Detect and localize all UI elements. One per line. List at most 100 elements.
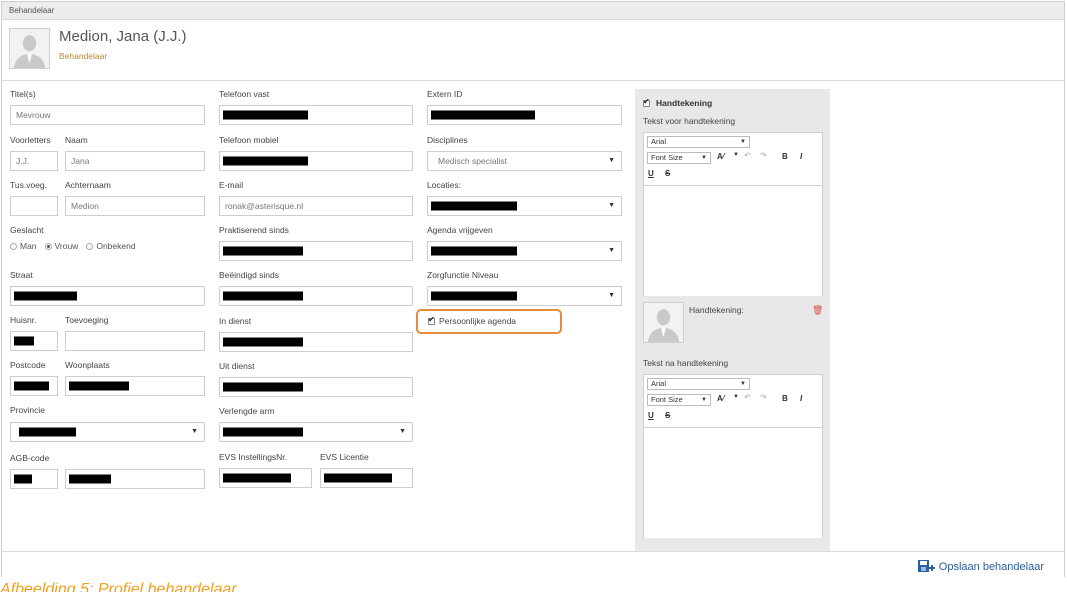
- persoonlijke-agenda-checkbox[interactable]: Persoonlijke agenda: [428, 315, 517, 326]
- toevoeging-label: Toevoeging: [65, 315, 109, 325]
- italic-icon[interactable]: I: [800, 152, 802, 161]
- bold-icon[interactable]: B: [782, 152, 788, 161]
- tusvoeg-input[interactable]: [10, 196, 58, 216]
- chevron-down-icon: ▼: [608, 157, 615, 164]
- geslacht-radio-group: Man Vrouw Onbekend: [10, 241, 144, 251]
- agenda-select[interactable]: ▼: [427, 241, 622, 261]
- in-dienst-input[interactable]: [219, 332, 413, 352]
- window-title: Behandelaar: [2, 2, 1064, 20]
- agenda-label: Agenda vrijgeven: [427, 225, 493, 235]
- agb-code-input-1[interactable]: [10, 469, 58, 489]
- chevron-down-icon: ▼: [701, 397, 707, 403]
- redaction-bar: [223, 337, 303, 347]
- save-label: Opslaan behandelaar: [938, 561, 1044, 573]
- save-button[interactable]: Opslaan behandelaar: [917, 559, 1044, 575]
- redaction-bar: [223, 473, 291, 483]
- redo-icon[interactable]: ↷: [760, 151, 767, 160]
- agb-code-input-2[interactable]: [65, 469, 205, 489]
- geslacht-onbekend-option[interactable]: Onbekend: [86, 241, 136, 251]
- radio-icon[interactable]: [86, 242, 94, 250]
- redaction-bar: [69, 381, 129, 391]
- postcode-input[interactable]: [10, 376, 58, 396]
- signature-image[interactable]: [643, 302, 684, 343]
- evs-inst-input[interactable]: [219, 468, 312, 488]
- font-size-select[interactable]: Font Size ▼: [647, 394, 711, 406]
- woonplaats-label: Woonplaats: [65, 360, 110, 370]
- redaction-bar: [431, 246, 517, 256]
- redaction-bar: [431, 291, 517, 301]
- underline-icon[interactable]: U: [648, 169, 654, 178]
- tel-vast-input[interactable]: [219, 105, 413, 125]
- strikethrough-icon[interactable]: S: [665, 411, 670, 420]
- spellcheck-icon[interactable]: A⁄: [717, 394, 724, 403]
- titels-input[interactable]: Mevrouw: [10, 105, 205, 125]
- redaction-bar: [324, 473, 392, 483]
- straat-input[interactable]: [10, 286, 205, 306]
- uit-dienst-label: Uit dienst: [219, 361, 255, 371]
- provincie-select[interactable]: ▼: [10, 422, 205, 442]
- extern-id-input[interactable]: [427, 105, 622, 125]
- avatar[interactable]: [9, 28, 50, 69]
- strikethrough-icon[interactable]: S: [665, 169, 670, 178]
- redaction-bar: [223, 382, 303, 392]
- save-icon: [917, 560, 935, 572]
- email-input[interactable]: ronak@asterisque.nl: [219, 196, 413, 216]
- chevron-down-icon: ▼: [608, 247, 615, 254]
- bold-icon[interactable]: B: [782, 394, 788, 403]
- redaction-bar: [14, 381, 49, 391]
- tel-vast-label: Telefoon vast: [219, 89, 270, 99]
- geslacht-vrouw-option[interactable]: Vrouw: [44, 241, 78, 251]
- chevron-down-icon: ▼: [608, 292, 615, 299]
- chevron-down-icon: ▼: [399, 428, 406, 435]
- voorletters-input[interactable]: J.J.: [10, 151, 58, 171]
- italic-icon[interactable]: I: [800, 394, 802, 403]
- profile-role: Behandelaar: [59, 51, 108, 61]
- disciplines-select[interactable]: Medisch specialist ▼: [427, 151, 622, 171]
- tusvoeg-label: Tus.voeg.: [10, 180, 48, 190]
- woonplaats-input[interactable]: [65, 376, 205, 396]
- zorgfunctie-select[interactable]: ▼: [427, 286, 622, 306]
- evs-lic-input[interactable]: [320, 468, 413, 488]
- undo-icon[interactable]: ↶: [744, 151, 751, 160]
- trash-icon[interactable]: 🗑: [812, 305, 823, 316]
- uit-dienst-input[interactable]: [219, 377, 413, 397]
- locaties-label: Locaties:: [427, 180, 462, 190]
- radio-selected-icon[interactable]: [44, 242, 52, 250]
- before-signature-textarea[interactable]: [644, 185, 822, 296]
- after-signature-editor: Arial ▼ Font Size ▼ A⁄ ▼ ↶ ↷ B I U S: [643, 374, 823, 538]
- redaction-bar: [223, 156, 308, 166]
- spellcheck-icon[interactable]: A⁄: [717, 152, 724, 161]
- redaction-bar: [223, 110, 308, 120]
- spellcheck-dropdown-icon[interactable]: ▼: [733, 152, 739, 158]
- signature-toggle[interactable]: Handtekening: [643, 97, 712, 108]
- checkbox-checked-icon[interactable]: [428, 315, 435, 325]
- footer-bar: Opslaan behandelaar: [2, 551, 1064, 578]
- naam-input[interactable]: Jana: [65, 151, 205, 171]
- undo-icon[interactable]: ↶: [744, 393, 751, 402]
- beeindigd-input[interactable]: [219, 286, 413, 306]
- after-signature-textarea[interactable]: [644, 427, 822, 538]
- redaction-bar: [14, 474, 32, 484]
- persoonlijke-agenda-label: Persoonlijke agenda: [439, 316, 517, 326]
- prakt-input[interactable]: [219, 241, 413, 261]
- underline-icon[interactable]: U: [648, 411, 654, 420]
- achternaam-input[interactable]: Medion: [65, 196, 205, 216]
- tel-mobiel-input[interactable]: [219, 151, 413, 171]
- huisnr-input[interactable]: [10, 331, 58, 351]
- redo-icon[interactable]: ↷: [760, 393, 767, 402]
- redaction-bar: [223, 291, 303, 301]
- spellcheck-dropdown-icon[interactable]: ▼: [733, 394, 739, 400]
- redaction-bar: [14, 291, 77, 301]
- verlengde-arm-select[interactable]: ▼: [219, 422, 413, 442]
- checkbox-checked-icon[interactable]: [643, 97, 650, 107]
- font-family-select[interactable]: Arial ▼: [647, 378, 750, 390]
- locaties-select[interactable]: ▼: [427, 196, 622, 216]
- geslacht-man-option[interactable]: Man: [10, 241, 37, 251]
- straat-label: Straat: [10, 270, 33, 280]
- toevoeging-input[interactable]: [65, 331, 205, 351]
- geslacht-label: Geslacht: [10, 225, 44, 235]
- behandelaar-window: Behandelaar Medion, Jana (J.J.) Behandel…: [1, 1, 1065, 578]
- radio-icon[interactable]: [10, 242, 17, 250]
- font-family-select[interactable]: Arial ▼: [647, 136, 750, 148]
- font-size-select[interactable]: Font Size ▼: [647, 152, 711, 164]
